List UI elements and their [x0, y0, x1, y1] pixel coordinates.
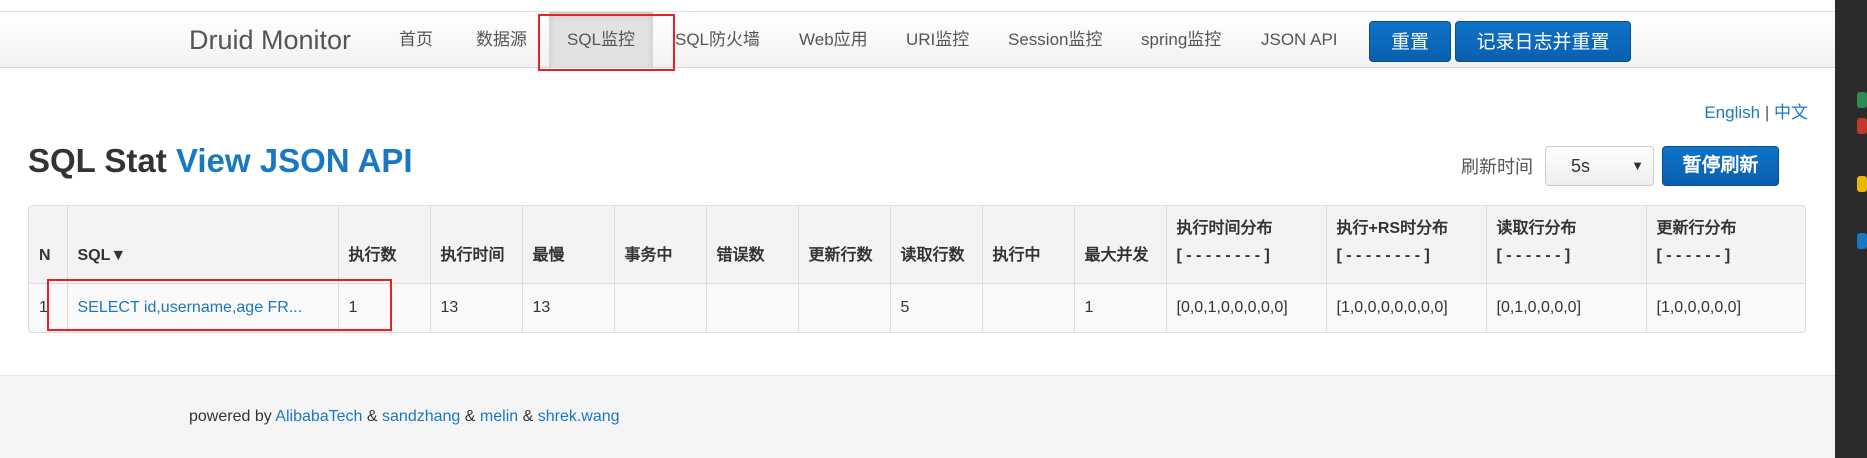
nav-sql-monitor[interactable]: SQL监控: [549, 12, 654, 68]
col-header-update-rows[interactable]: 更新行数: [798, 206, 891, 283]
col-header-running[interactable]: 执行中: [982, 206, 1075, 283]
footer-separator: &: [464, 408, 476, 425]
col-header-errors[interactable]: 错误数: [706, 206, 799, 283]
cell-read-dist: [0,1,0,0,0,0]: [1486, 282, 1647, 332]
lang-chinese-link[interactable]: 中文: [1774, 103, 1808, 122]
reset-button[interactable]: 重置: [1369, 21, 1451, 62]
col-header-max-concurrent[interactable]: 最大并发: [1074, 206, 1167, 283]
footer-credits: powered by AlibabaTech & sandzhang & mel…: [189, 408, 620, 426]
chevron-down-icon: ▼: [1631, 158, 1644, 173]
status-dot-blue: [1857, 233, 1867, 249]
col-header-update-dist-title: 更新行分布: [1656, 219, 1737, 237]
page-title-text: SQL Stat: [28, 142, 167, 179]
col-header-read-dist-sub: [ - - - - - - ]: [1496, 246, 1571, 264]
refresh-interval-select[interactable]: 5s ▼: [1545, 146, 1654, 186]
cell-exec-rs-dist: [1,0,0,0,0,0,0,0]: [1326, 282, 1487, 332]
nav-session-monitor[interactable]: Session监控: [990, 12, 1120, 68]
col-header-n: N: [29, 206, 68, 283]
cell-read-rows: 5: [890, 282, 983, 332]
col-header-in-tx[interactable]: 事务中: [614, 206, 707, 283]
cell-sql: SELECT id,username,age FR...: [67, 282, 339, 332]
sql-detail-link[interactable]: SELECT id,username,age FR...: [78, 299, 303, 316]
status-dot-yellow: [1857, 176, 1867, 192]
nav-spring-monitor[interactable]: spring监控: [1123, 12, 1239, 68]
col-header-update-dist[interactable]: 更新行分布 [ - - - - - - ]: [1646, 206, 1805, 283]
cell-update-dist: [1,0,0,0,0,0]: [1646, 282, 1805, 332]
table-header-row: N SQL▼ 执行数 执行时间 最慢 事务中 错误数 更新行数 读取行数 执行中…: [29, 206, 1805, 283]
brand-logo[interactable]: Druid Monitor: [189, 22, 351, 58]
col-header-exec-time-dist-title: 执行时间分布: [1176, 219, 1273, 237]
footer-link-sandzhang[interactable]: sandzhang: [382, 408, 460, 425]
page-title: SQL Stat View JSON API: [28, 142, 413, 180]
top-strip: [0, 0, 1835, 12]
refresh-interval-value: 5s: [1571, 156, 1591, 176]
cell-errors: [706, 282, 799, 332]
window-edge: [1835, 0, 1867, 458]
cell-exec-count: 1: [338, 282, 431, 332]
col-header-update-dist-sub: [ - - - - - - ]: [1656, 246, 1731, 264]
nav-datasource[interactable]: 数据源: [458, 12, 545, 68]
cell-max-concurrent: 1: [1074, 282, 1167, 332]
status-dot-red: [1857, 118, 1867, 134]
col-header-exec-rs-dist[interactable]: 执行+RS时分布 [ - - - - - - - - ]: [1326, 206, 1487, 283]
col-header-exec-time-dist-sub: [ - - - - - - - - ]: [1176, 246, 1270, 264]
col-header-exec-time-dist[interactable]: 执行时间分布 [ - - - - - - - - ]: [1166, 206, 1327, 283]
col-header-exec-time[interactable]: 执行时间: [430, 206, 523, 283]
cell-running: [982, 282, 1075, 332]
navbar: Druid Monitor 首页 数据源 SQL监控 SQL防火墙 Web应用 …: [0, 12, 1835, 68]
cell-in-tx: [614, 282, 707, 332]
nav-web-app[interactable]: Web应用: [781, 12, 886, 68]
lang-separator: |: [1764, 103, 1770, 122]
cell-slowest: 13: [522, 282, 615, 332]
col-header-slowest[interactable]: 最慢: [522, 206, 615, 283]
table-row: 1 SELECT id,username,age FR... 1 13 13 5…: [29, 282, 1805, 332]
log-and-reset-button[interactable]: 记录日志并重置: [1455, 21, 1631, 62]
sql-stat-table: N SQL▼ 执行数 执行时间 最慢 事务中 错误数 更新行数 读取行数 执行中…: [28, 205, 1806, 333]
cell-n: 1: [29, 282, 68, 332]
footer: powered by AlibabaTech & sandzhang & mel…: [0, 375, 1835, 458]
col-header-read-dist[interactable]: 读取行分布 [ - - - - - - ]: [1486, 206, 1647, 283]
col-header-read-rows[interactable]: 读取行数: [890, 206, 983, 283]
view-json-api-link[interactable]: View JSON API: [176, 142, 413, 179]
refresh-label: 刷新时间: [1461, 157, 1533, 177]
footer-link-melin[interactable]: melin: [480, 408, 518, 425]
col-header-exec-rs-dist-title: 执行+RS时分布: [1336, 219, 1449, 237]
nav-home[interactable]: 首页: [381, 12, 451, 68]
footer-prefix: powered by: [189, 408, 272, 425]
col-header-exec-count[interactable]: 执行数: [338, 206, 431, 283]
language-switcher: English | 中文: [1704, 98, 1808, 123]
footer-link-shrek-wang[interactable]: shrek.wang: [538, 408, 620, 425]
pause-refresh-button[interactable]: 暂停刷新: [1662, 146, 1779, 186]
footer-separator: &: [522, 408, 534, 425]
cell-update-rows: [798, 282, 891, 332]
nav-sql-firewall[interactable]: SQL防火墙: [657, 12, 778, 68]
col-header-read-dist-title: 读取行分布: [1496, 219, 1577, 237]
nav-uri-monitor[interactable]: URI监控: [888, 12, 987, 68]
footer-separator: &: [366, 408, 378, 425]
col-header-sql[interactable]: SQL▼: [67, 206, 339, 283]
footer-link-alibabatech[interactable]: AlibabaTech: [275, 408, 362, 425]
lang-english-link[interactable]: English: [1704, 103, 1760, 122]
cell-exec-time: 13: [430, 282, 523, 332]
cell-exec-time-dist: [0,0,1,0,0,0,0,0]: [1166, 282, 1327, 332]
col-header-exec-rs-dist-sub: [ - - - - - - - - ]: [1336, 246, 1430, 264]
nav-json-api[interactable]: JSON API: [1243, 12, 1356, 68]
status-dot-green: [1857, 92, 1867, 108]
